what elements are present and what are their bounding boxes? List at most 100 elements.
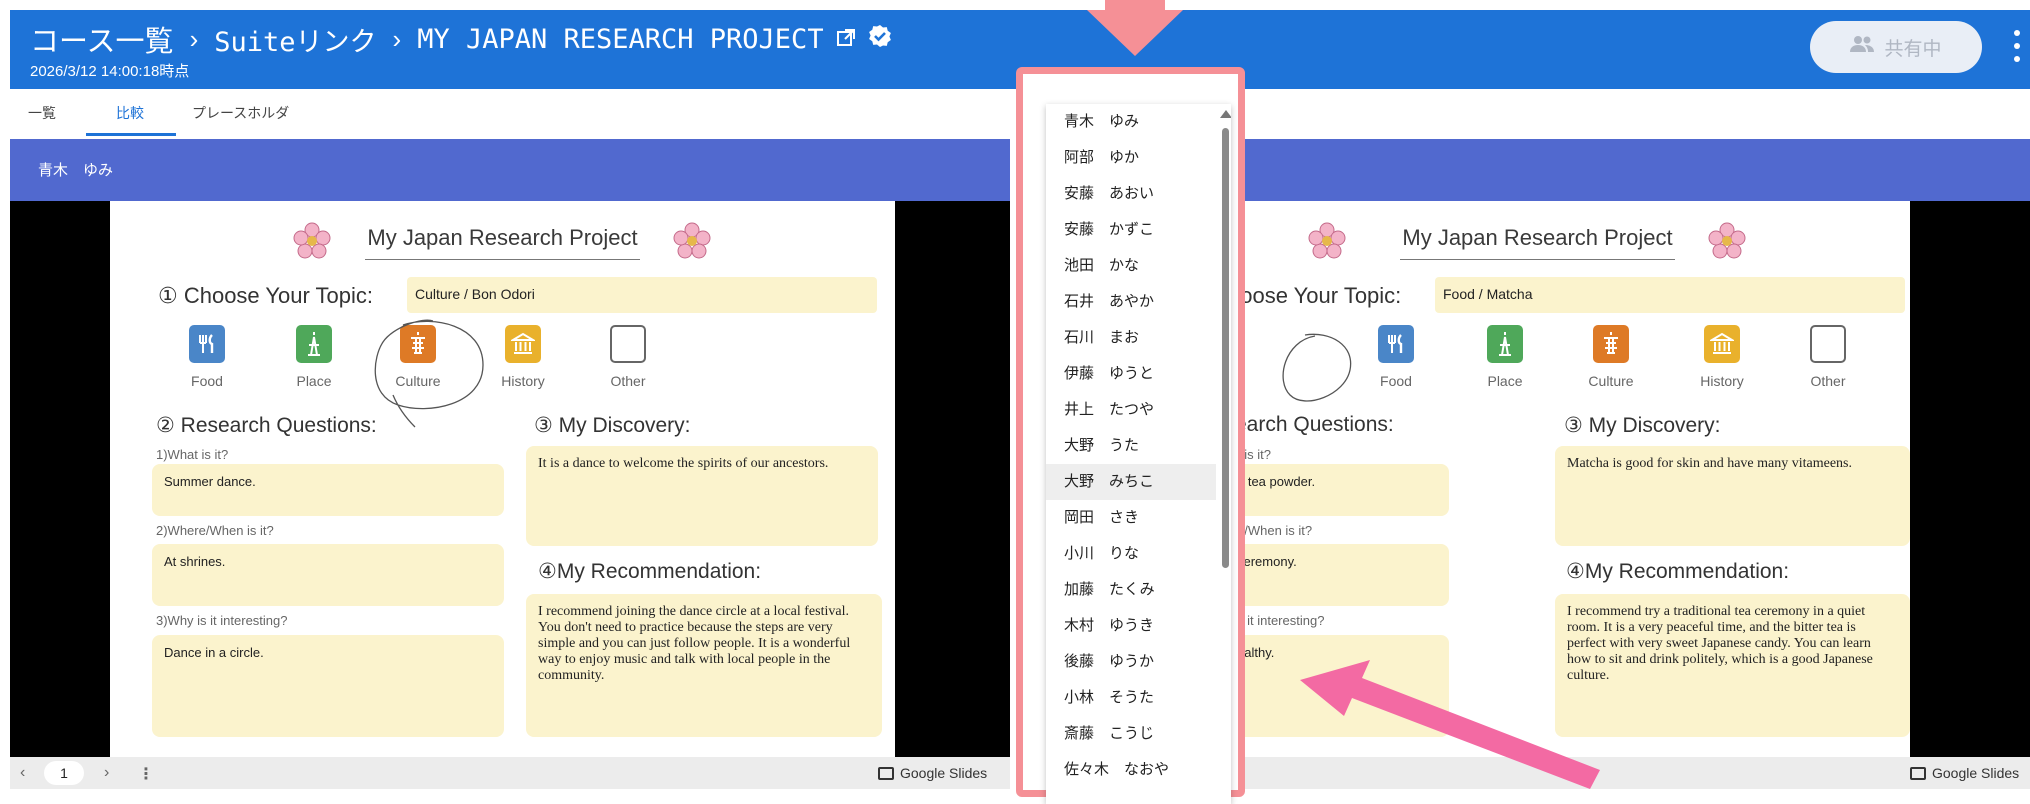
topic-label: hoose Your Topic: — [1228, 283, 1402, 308]
tower-icon — [1487, 325, 1523, 363]
student-option[interactable]: 後藤 ゆうか — [1046, 644, 1216, 680]
answer-3: Dance in a circle. — [152, 635, 504, 737]
topic-option-food: Food — [1356, 325, 1436, 389]
open-external-icon[interactable] — [836, 23, 856, 56]
slide-title: My Japan Research Project — [367, 225, 638, 250]
research-questions-heading: earch Questions: — [1235, 413, 1394, 436]
snapshot-datetime: 2026/3/12 14:00:18時点 — [30, 63, 190, 80]
slides-icon — [1910, 766, 1926, 780]
topic-option-label: Place — [296, 373, 332, 389]
student-option[interactable]: 井上 たつや — [1046, 392, 1216, 428]
student-option[interactable]: 青木 ゆみ — [1046, 104, 1216, 140]
google-slides-link[interactable]: Google Slides — [1910, 765, 2019, 781]
recommendation-heading: ④My Recommendation: — [538, 560, 762, 583]
student-option[interactable]: 佐々木 なおや — [1046, 752, 1216, 788]
recommendation-heading: ④My Recommendation: — [1566, 560, 1790, 583]
topic-option-culture: Culture — [1571, 325, 1651, 389]
active-tab-indicator — [86, 133, 176, 136]
student-option[interactable]: 岡田 さき — [1046, 500, 1216, 536]
topic-value: Food / Matcha — [1435, 277, 1905, 313]
google-slides-label: Google Slides — [900, 765, 988, 781]
student-option[interactable]: 小川 りな — [1046, 536, 1216, 572]
tab-list[interactable]: 一覧 — [28, 103, 56, 123]
question-2-label: 2)Where/When is it? — [156, 523, 274, 538]
topic-option-history: History — [1682, 325, 1762, 389]
scrollbar-thumb[interactable] — [1222, 128, 1229, 568]
student-option[interactable]: 伊藤 ゆうと — [1046, 356, 1216, 392]
student-dropdown-list[interactable]: 青木 ゆみ 阿部 ゆか 安藤 あおい 安藤 かずこ 池田 かな 石井 あやか 石… — [1046, 104, 1231, 804]
breadcrumb: コース一覧 › Suiteリンク › MY JAPAN RESEARCH PRO… — [30, 18, 892, 60]
topic-option-label: Other — [1810, 373, 1846, 389]
scroll-up-icon[interactable] — [1220, 110, 1231, 118]
student-option[interactable]: 安藤 かずこ — [1046, 212, 1216, 248]
student-option[interactable]: 石川 まお — [1046, 320, 1216, 356]
blank-square-icon — [610, 325, 646, 363]
student-option[interactable]: 加藤 たくみ — [1046, 572, 1216, 608]
discovery-text: It is a dance to welcome the spirits of … — [526, 446, 878, 546]
pagoda-icon — [1593, 325, 1629, 363]
research-questions-heading: ② Research Questions: — [156, 414, 377, 437]
tab-placeholder[interactable]: プレースホルダ — [192, 103, 289, 123]
question-3-label: s it interesting? — [1237, 613, 1325, 628]
question-3-label: 3)Why is it interesting? — [156, 613, 288, 628]
student-option-highlighted[interactable]: 大野 みちこ — [1046, 464, 1216, 500]
topic-option-label: Food — [1380, 373, 1412, 389]
tower-icon — [296, 325, 332, 363]
more-options-icon[interactable] — [2010, 26, 2024, 66]
prev-slide-icon[interactable]: ‹ — [20, 764, 25, 782]
page-number[interactable]: 1 — [44, 761, 84, 785]
breadcrumb-suite-link[interactable]: Suiteリンク — [214, 20, 376, 59]
answer-2: At shrines. — [152, 544, 504, 606]
student-option[interactable]: 安藤 あおい — [1046, 176, 1216, 212]
student-option[interactable]: 池田 かな — [1046, 248, 1216, 284]
verified-check-icon — [868, 23, 892, 56]
slide-viewer-left: My Japan Research Project ① Choose Your … — [10, 201, 1010, 757]
student-option[interactable]: 阿部 ゆか — [1046, 140, 1216, 176]
topic-option-label: Other — [610, 373, 646, 389]
topic-option-other: Other — [588, 325, 668, 389]
my-discovery-heading: ③ My Discovery: — [1564, 414, 1721, 437]
student-option[interactable]: 木村 ゆうき — [1046, 608, 1216, 644]
slides-footer-left: ‹ 1 › ⋮ Google Slides — [10, 757, 1010, 789]
breadcrumb-separator: › — [189, 23, 199, 54]
people-icon — [1850, 35, 1875, 59]
title-underline — [365, 259, 640, 260]
question-2-label: e/When is it? — [1237, 523, 1313, 538]
google-slides-link[interactable]: Google Slides — [878, 765, 987, 781]
next-slide-icon[interactable]: › — [104, 764, 109, 782]
student-option[interactable]: 石井 あやか — [1046, 284, 1216, 320]
recommendation-text: I recommend joining the dance circle at … — [526, 594, 882, 737]
google-slides-label: Google Slides — [1932, 765, 2020, 781]
topic-option-food: Food — [167, 325, 247, 389]
student-selector-left[interactable]: 青木 ゆみ — [10, 139, 1010, 201]
topic-option-other: Other — [1788, 325, 1868, 389]
slides-icon — [878, 766, 894, 780]
more-vert-icon[interactable]: ⋮ — [138, 764, 154, 784]
annotation-arrow-pointer — [1300, 660, 1600, 789]
museum-icon — [1704, 325, 1740, 363]
fork-knife-icon — [1378, 325, 1414, 363]
student-option[interactable]: 小林 そうた — [1046, 680, 1216, 716]
topic-option-label: History — [1700, 373, 1744, 389]
slide-left: My Japan Research Project ① Choose Your … — [110, 201, 895, 757]
sharing-label: 共有中 — [1884, 38, 1942, 60]
topic-label: ① Choose Your Topic: — [158, 283, 374, 308]
my-discovery-heading: ③ My Discovery: — [534, 414, 691, 437]
discovery-text: Matcha is good for skin and have many vi… — [1555, 446, 1910, 546]
breadcrumb-separator: › — [392, 23, 402, 54]
selected-student-name: 青木 ゆみ — [38, 162, 114, 179]
sharing-button[interactable]: 共有中 — [1810, 21, 1982, 73]
answer-1: n tea powder. — [1225, 464, 1449, 516]
view-tabs: 一覧 比較 プレースホルダ — [10, 89, 1010, 137]
student-option[interactable]: 大野 うた — [1046, 428, 1216, 464]
topic-option-label: Culture — [1588, 373, 1634, 389]
topic-option-place: Place — [274, 325, 354, 389]
slide-title: My Japan Research Project — [1402, 225, 1673, 250]
topic-value: Culture / Bon Odori — [407, 277, 877, 313]
breadcrumb-course-list[interactable]: コース一覧 — [30, 18, 174, 60]
answer-2: ceremony. — [1225, 544, 1449, 606]
question-1-label: 1)What is it? — [156, 447, 229, 462]
tab-compare[interactable]: 比較 — [116, 103, 144, 123]
dropdown-scrollbar[interactable] — [1218, 104, 1231, 804]
student-option[interactable]: 斎藤 こうじ — [1046, 716, 1216, 752]
